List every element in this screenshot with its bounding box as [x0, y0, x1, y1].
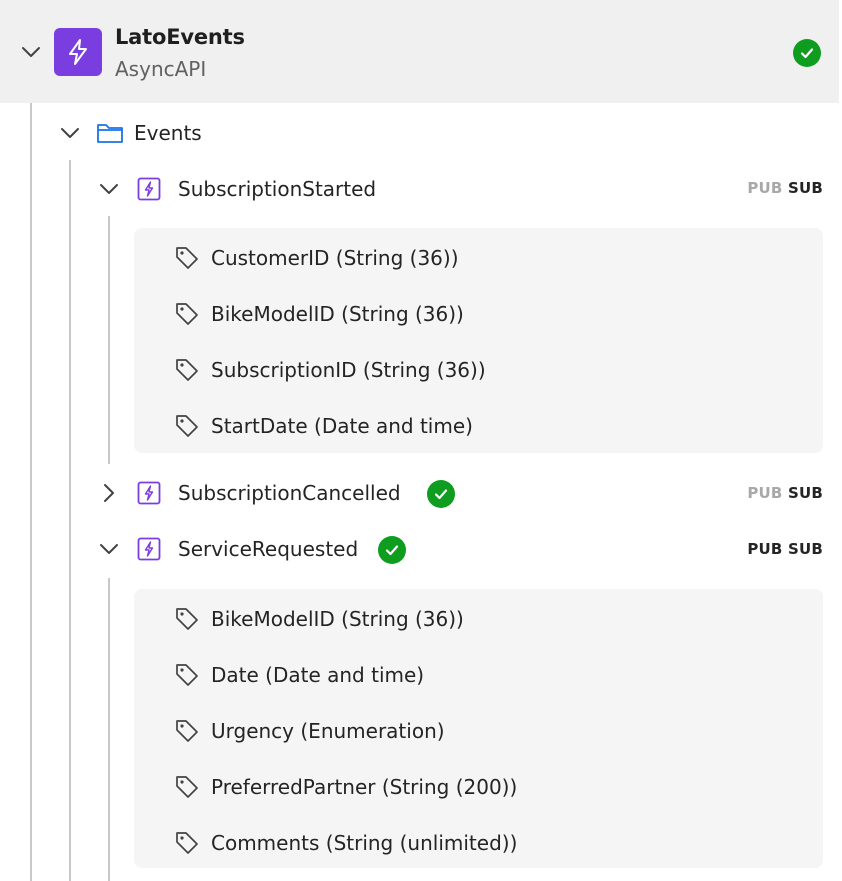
- event-icon: [137, 537, 161, 561]
- app-title: LatoEvents: [115, 25, 245, 49]
- attribute-label: Date (Date and time): [211, 663, 425, 687]
- tree-guide-line: [30, 103, 32, 881]
- chevron-right-icon[interactable]: [98, 482, 120, 504]
- app-subtitle: AsyncAPI: [115, 57, 207, 81]
- event-name: ServiceRequested: [178, 537, 359, 561]
- tag-icon: [176, 303, 198, 325]
- tag-icon: [176, 608, 198, 630]
- chevron-down-icon[interactable]: [20, 41, 42, 63]
- sub-badge: SUB: [787, 540, 823, 558]
- attribute-label: BikeModelID (String (36)): [211, 302, 464, 326]
- attribute-panel: BikeModelID (String (36)) Date (Date and…: [134, 589, 823, 868]
- tag-icon: [176, 664, 198, 686]
- tag-icon: [176, 247, 198, 269]
- attribute-label: StartDate (Date and time): [211, 414, 473, 438]
- pub-sub-badges: PUB SUB: [747, 484, 823, 502]
- attribute-label: SubscriptionID (String (36)): [211, 358, 486, 382]
- attribute-label: CustomerID (String (36)): [211, 246, 459, 270]
- pub-badge: PUB: [747, 484, 783, 502]
- pub-badge: PUB: [747, 540, 783, 558]
- app-header[interactable]: LatoEvents AsyncAPI: [0, 0, 839, 103]
- tag-icon: [176, 415, 198, 437]
- event-name: SubscriptionCancelled: [178, 481, 401, 505]
- pub-badge: PUB: [747, 179, 783, 197]
- attribute-label: Comments (String (unlimited)): [211, 831, 518, 855]
- pub-sub-badges: PUB SUB: [747, 540, 823, 558]
- event-icon: [137, 481, 161, 505]
- sub-badge: SUB: [787, 484, 823, 502]
- tree-guide-line: [108, 578, 110, 881]
- attribute-label: Urgency (Enumeration): [211, 719, 445, 743]
- check-circle-icon: [378, 536, 406, 564]
- tag-icon: [176, 776, 198, 798]
- chevron-down-icon[interactable]: [98, 538, 120, 560]
- chevron-down-icon[interactable]: [98, 178, 120, 200]
- tree-guide-line: [108, 216, 110, 464]
- folder-icon: [97, 124, 123, 143]
- check-circle-icon: [793, 39, 821, 67]
- sub-badge: SUB: [787, 179, 823, 197]
- check-circle-icon: [427, 480, 455, 508]
- attribute-label: BikeModelID (String (36)): [211, 607, 464, 631]
- chevron-down-icon[interactable]: [59, 122, 81, 144]
- event-name: SubscriptionStarted: [178, 177, 377, 201]
- tag-icon: [176, 359, 198, 381]
- tree-guide-line: [69, 160, 71, 881]
- attribute-panel: CustomerID (String (36)) BikeModelID (St…: [134, 228, 823, 453]
- lightning-icon: [54, 28, 102, 76]
- tag-icon: [176, 832, 198, 854]
- attribute-label: PreferredPartner (String (200)): [211, 775, 518, 799]
- tag-icon: [176, 720, 198, 742]
- folder-label: Events: [134, 121, 202, 145]
- event-icon: [137, 177, 161, 201]
- pub-sub-badges: PUB SUB: [747, 179, 823, 197]
